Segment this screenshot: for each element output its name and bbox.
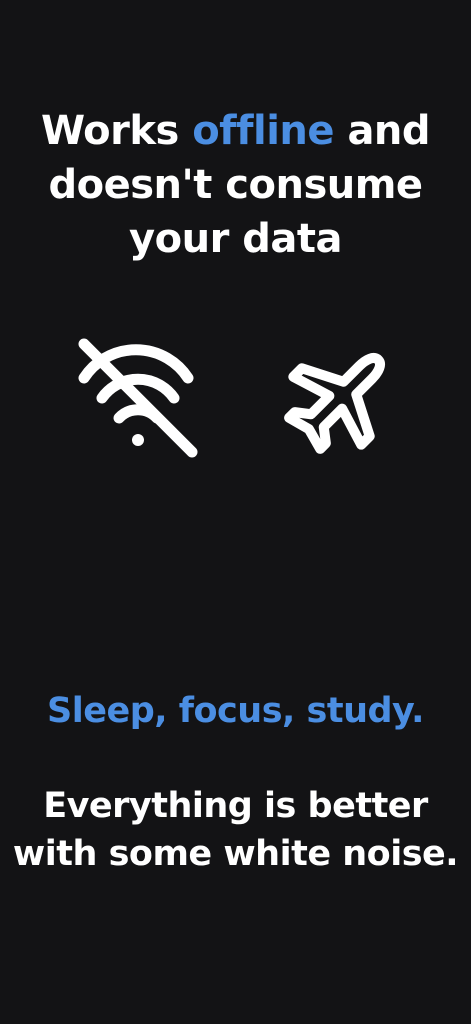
airplane-icon <box>284 353 385 454</box>
subtext: Everything is better with some white noi… <box>12 786 459 874</box>
headline: Works offline and doesn't consume your d… <box>0 104 471 266</box>
offline-icons <box>0 336 471 466</box>
headline-highlight: offline <box>192 108 335 154</box>
tagline: Sleep, focus, study. <box>47 691 424 731</box>
headline-lead: Works <box>40 108 193 154</box>
wifi-off-icon <box>78 338 198 458</box>
